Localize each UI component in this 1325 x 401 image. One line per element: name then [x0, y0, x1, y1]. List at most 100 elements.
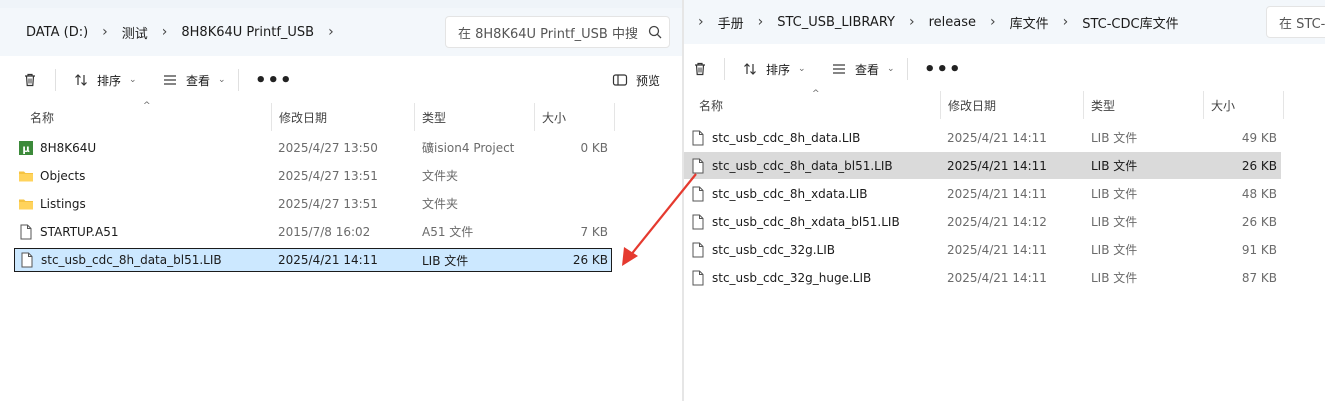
sort-label: 排序	[766, 62, 791, 77]
folder-icon	[18, 196, 34, 212]
file-size: 91 KB	[1241, 242, 1277, 257]
chevron-right-icon[interactable]: ›	[92, 24, 118, 40]
file-row[interactable]: stc_usb_cdc_8h_data.LIB 2025/4/21 14:11 …	[684, 124, 1281, 151]
file-size	[534, 162, 608, 189]
file-type: 文件夹	[422, 169, 459, 183]
view-icon	[164, 75, 176, 85]
column-header: ^ 名称 修改日期 类型 大小	[684, 89, 1325, 119]
preview-label: 预览	[636, 73, 661, 88]
column-size[interactable]: 大小	[1203, 91, 1283, 119]
preview-pane-icon	[612, 74, 628, 86]
search-input[interactable]: 在 8H8K64U Printf_USB 中搜	[445, 16, 670, 48]
file-icon	[18, 224, 34, 240]
chevron-down-icon: ⌄	[218, 75, 226, 85]
column-name[interactable]: 名称	[691, 91, 939, 119]
left-explorer-window: DATA (D:) › 测试 › 8H8K64U Printf_USB › 在 …	[0, 0, 682, 401]
file-row[interactable]: Listings 2025/4/27 13:51 文件夹	[14, 190, 612, 217]
chevron-down-icon: ⌄	[887, 64, 895, 74]
breadcrumb-item-drive[interactable]: DATA (D:)	[22, 25, 92, 40]
column-date[interactable]: 修改日期	[271, 103, 414, 131]
breadcrumb-item-project[interactable]: 8H8K64U Printf_USB	[177, 25, 318, 40]
breadcrumb-item-library[interactable]: STC_USB_LIBRARY	[773, 15, 899, 30]
column-type[interactable]: 类型	[1083, 91, 1203, 119]
file-date: 2025/4/27 13:50	[278, 140, 378, 155]
more-options-button[interactable]: •••	[255, 70, 293, 91]
keil-project-icon: μ	[18, 140, 34, 156]
file-size: 26 KB	[572, 253, 608, 267]
file-icon	[690, 158, 706, 174]
column-size[interactable]: 大小	[534, 103, 614, 131]
breadcrumb: › 手册 › STC_USB_LIBRARY › release › 库文件 ›…	[698, 0, 1183, 44]
chevron-right-icon[interactable]: ›	[980, 14, 1006, 30]
chevron-right-icon[interactable]: ›	[899, 14, 925, 30]
file-name: stc_usb_cdc_8h_data.LIB	[712, 130, 861, 145]
folder-icon	[18, 168, 34, 184]
view-button[interactable]: 查看 ⌄	[162, 72, 226, 89]
file-name: stc_usb_cdc_8h_xdata_bl51.LIB	[712, 214, 900, 229]
file-row[interactable]: stc_usb_cdc_8h_xdata_bl51.LIB 2025/4/21 …	[684, 208, 1281, 235]
file-type: LIB 文件	[1091, 271, 1138, 285]
file-name: Listings	[40, 196, 86, 211]
address-bar: DATA (D:) › 测试 › 8H8K64U Printf_USB › 在 …	[0, 8, 682, 56]
title-strip	[0, 0, 682, 8]
chevron-right-icon[interactable]: ›	[698, 14, 714, 30]
breadcrumb-item-cdc[interactable]: STC-CDC库文件	[1078, 13, 1182, 32]
chevron-right-icon[interactable]: ›	[748, 14, 774, 30]
file-type: LIB 文件	[1091, 159, 1138, 173]
file-size: 26 KB	[1241, 158, 1277, 173]
view-label: 查看	[186, 73, 211, 88]
file-type: 礦ision4 Project	[422, 141, 515, 155]
command-bar: 排序 ⌄ 查看 ⌄ ••• 预览	[0, 57, 682, 103]
file-row-highlighted[interactable]: stc_usb_cdc_8h_data_bl51.LIB 2025/4/21 1…	[684, 152, 1281, 179]
file-row-selected[interactable]: stc_usb_cdc_8h_data_bl51.LIB 2025/4/21 1…	[14, 248, 612, 272]
file-date: 2025/4/21 14:11	[947, 270, 1047, 285]
search-input[interactable]: 在 STC-	[1266, 6, 1325, 38]
more-options-button[interactable]: •••	[924, 59, 962, 80]
breadcrumb-item-release[interactable]: release	[925, 15, 980, 30]
file-row[interactable]: STARTUP.A51 2015/7/8 16:02 A51 文件 7 KB	[14, 218, 612, 245]
file-date: 2025/4/21 14:11	[947, 130, 1047, 145]
search-icon[interactable]	[641, 25, 669, 39]
address-bar: › 手册 › STC_USB_LIBRARY › release › 库文件 ›…	[684, 0, 1325, 44]
file-name: 8H8K64U	[40, 140, 97, 155]
file-type: LIB 文件	[1091, 131, 1138, 145]
file-row[interactable]: stc_usb_cdc_32g_huge.LIB 2025/4/21 14:11…	[684, 264, 1281, 291]
file-icon	[690, 242, 706, 258]
chevron-right-icon[interactable]: ›	[1053, 14, 1079, 30]
column-name[interactable]: 名称	[22, 103, 270, 131]
file-type: LIB 文件	[1091, 243, 1138, 257]
sort-button[interactable]: 排序 ⌄	[73, 72, 137, 89]
delete-button[interactable]	[22, 72, 38, 88]
trash-icon	[25, 73, 35, 87]
column-type[interactable]: 类型	[414, 103, 534, 131]
view-button[interactable]: 查看 ⌄	[831, 61, 895, 78]
file-name: Objects	[40, 168, 86, 183]
command-bar: 排序 ⌄ 查看 ⌄ •••	[684, 46, 1325, 92]
delete-button[interactable]	[692, 61, 708, 77]
breadcrumb-item-test[interactable]: 测试	[118, 23, 152, 42]
file-date: 2025/4/27 13:51	[278, 196, 378, 211]
file-row[interactable]: Objects 2025/4/27 13:51 文件夹	[14, 162, 612, 189]
chevron-right-icon[interactable]: ›	[152, 24, 178, 40]
chevron-down-icon: ⌄	[129, 75, 137, 85]
file-date: 2025/4/21 14:11	[947, 186, 1047, 201]
file-row[interactable]: stc_usb_cdc_32g.LIB 2025/4/21 14:11 LIB …	[684, 236, 1281, 263]
breadcrumb-item-manual[interactable]: 手册	[714, 13, 748, 32]
search-placeholder: 在 8H8K64U Printf_USB 中搜	[458, 26, 638, 42]
file-date: 2025/4/21 14:12	[947, 214, 1047, 229]
chevron-right-icon[interactable]: ›	[318, 24, 344, 40]
file-name: stc_usb_cdc_8h_data_bl51.LIB	[712, 158, 893, 173]
sort-button[interactable]: 排序 ⌄	[742, 61, 806, 78]
preview-pane-button[interactable]: 预览	[612, 72, 660, 89]
file-row[interactable]: stc_usb_cdc_8h_xdata.LIB 2025/4/21 14:11…	[684, 180, 1281, 207]
file-icon	[690, 214, 706, 230]
file-row[interactable]: μ 8H8K64U 2025/4/27 13:50 礦ision4 Projec…	[14, 134, 612, 161]
sort-icon	[75, 74, 87, 86]
column-date[interactable]: 修改日期	[940, 91, 1083, 119]
file-size	[534, 190, 608, 217]
breadcrumb-item-libfiles[interactable]: 库文件	[1006, 13, 1053, 32]
file-name: stc_usb_cdc_32g.LIB	[712, 242, 835, 257]
file-date: 2025/4/21 14:11	[947, 242, 1047, 257]
file-type: A51 文件	[422, 225, 474, 239]
file-name: stc_usb_cdc_8h_data_bl51.LIB	[41, 253, 222, 267]
